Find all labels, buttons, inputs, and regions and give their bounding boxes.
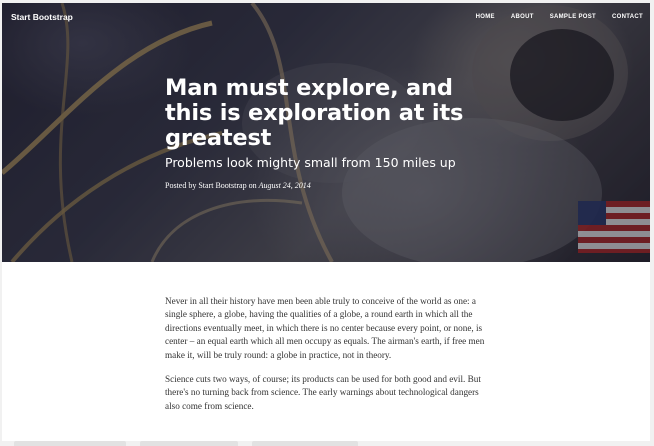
browser-tab[interactable] [14,441,126,446]
main-navigation: HOME ABOUT SAMPLE POST CONTACT [460,14,643,20]
meta-author: Start Bootstrap [198,181,247,190]
post-paragraph: Never in all their history have men been… [165,296,485,360]
browser-tab[interactable] [140,441,238,446]
meta-mid: on [246,181,259,190]
post-heading: Man must explore, and this is exploratio… [165,75,495,191]
navbar-brand-link[interactable]: Start Bootstrap [11,12,73,22]
post-content: Never in all their history have men been… [165,295,489,424]
nav-link-about[interactable]: ABOUT [511,14,534,20]
meta-date: August 24, 2014 [258,181,311,190]
post-paragraph: Science cuts two ways, of course; its pr… [165,374,481,411]
post-title: Man must explore, and this is exploratio… [165,75,464,151]
post-header-image: Start Bootstrap HOME ABOUT SAMPLE POST C… [2,3,650,262]
meta-prefix: Posted by [165,181,199,190]
browser-tab[interactable] [252,441,358,446]
nav-link-sample-post[interactable]: SAMPLE POST [550,14,596,20]
post-meta: Posted by Start Bootstrap on August 24, … [165,181,495,190]
nav-link-contact[interactable]: CONTACT [612,14,643,20]
browser-bottom-bar [0,441,654,446]
nav-link-home[interactable]: HOME [476,14,495,20]
browser-viewport: Start Bootstrap HOME ABOUT SAMPLE POST C… [2,3,650,441]
post-subtitle: Problems look mighty small from 150 mile… [165,155,456,170]
